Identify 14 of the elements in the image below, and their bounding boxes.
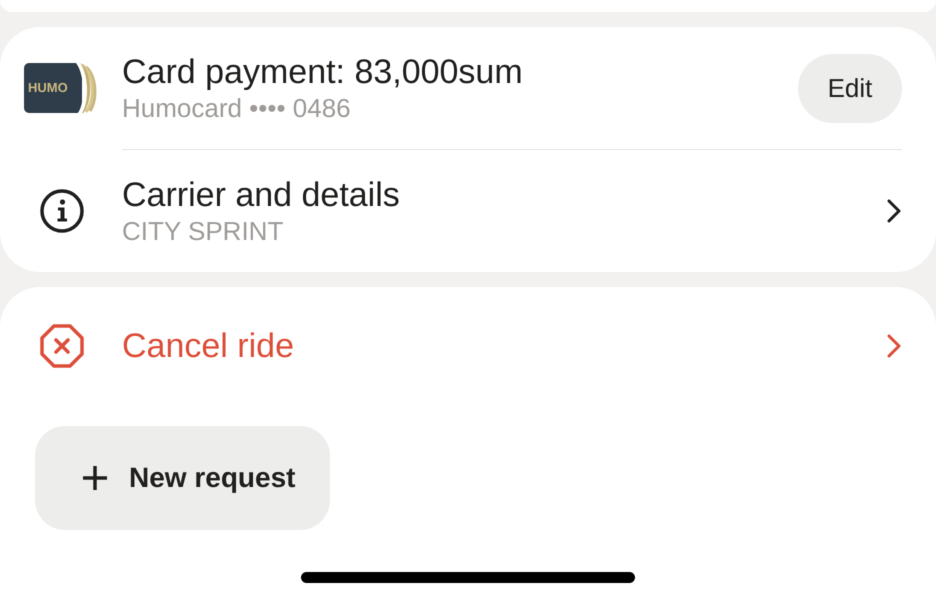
chevron-right-icon	[886, 198, 902, 224]
octagon-x-icon	[40, 324, 84, 368]
cancel-ride-label[interactable]: Cancel ride	[122, 326, 886, 366]
new-request-button[interactable]: New request	[35, 426, 330, 530]
details-title[interactable]: Carrier and details	[122, 175, 886, 215]
card-logo-icon	[24, 63, 98, 113]
payment-subtitle: Humocard •••• 0486	[122, 92, 352, 124]
edit-button[interactable]: Edit	[798, 54, 902, 122]
payment-title: Card payment: 83,000sum	[122, 52, 524, 92]
details-subtitle: CITY SPRINT	[122, 215, 284, 247]
chevron-right-icon	[886, 333, 902, 359]
plus-icon	[82, 465, 108, 491]
logo-text: HUMO	[28, 80, 68, 95]
info-icon	[40, 189, 84, 233]
